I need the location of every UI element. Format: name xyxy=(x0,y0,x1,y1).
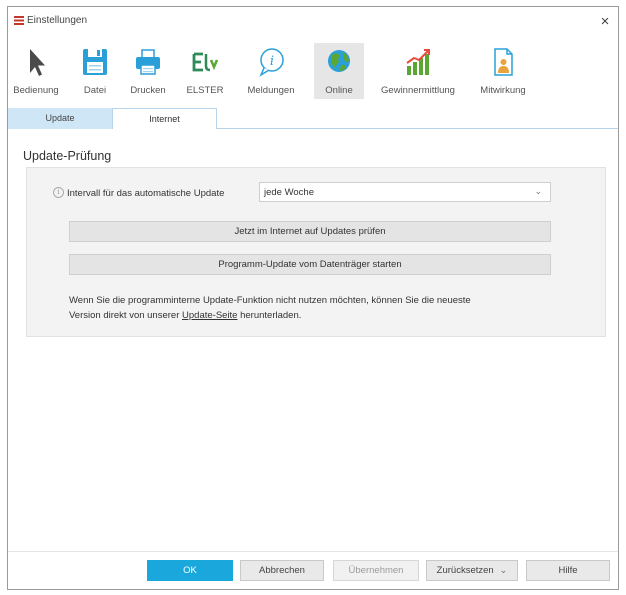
close-icon: × xyxy=(600,13,610,30)
media-update-button[interactable]: Programm-Update vom Datenträger starten xyxy=(69,254,551,275)
toolbar-item-drucken[interactable]: Drucken xyxy=(124,43,172,99)
floppy-disk-icon xyxy=(83,49,107,75)
section-title: Update-Prüfung xyxy=(23,149,112,163)
chevron-down-icon: ⌄ xyxy=(534,186,542,196)
chevron-down-icon: ⌄ xyxy=(499,565,508,576)
globe-icon xyxy=(328,50,350,72)
toolbar-item-mitwirkung[interactable]: Mitwirkung xyxy=(473,43,533,99)
tab-strip: Update Internet xyxy=(8,108,618,129)
printer-icon xyxy=(136,49,160,75)
dialog-footer: OK Abbrechen Übernehmen Zurücksetzen ⌄ H… xyxy=(8,551,618,589)
toolbar-item-meldungen[interactable]: i Meldungen xyxy=(238,43,304,99)
toolbar-item-online[interactable]: Online xyxy=(314,43,364,99)
reset-button-label: Zurücksetzen xyxy=(436,565,494,576)
toolbar-item-datei[interactable]: Datei xyxy=(76,43,114,99)
update-panel: i Intervall für das automatische Update … xyxy=(26,167,606,337)
elster-logo-icon xyxy=(192,52,219,72)
settings-dialog: Einstellungen × Bedienung Datei Drucken … xyxy=(7,6,619,590)
document-person-icon xyxy=(494,48,513,76)
interval-value: jede Woche xyxy=(264,187,314,198)
toolbar-item-gewinnermittlung[interactable]: Gewinnermittlung xyxy=(373,43,463,99)
toolbar-item-elster[interactable]: ELSTER xyxy=(182,43,228,99)
info-icon[interactable]: i xyxy=(53,187,64,198)
check-updates-button[interactable]: Jetzt im Internet auf Updates prüfen xyxy=(69,221,551,242)
ok-button[interactable]: OK xyxy=(147,560,233,581)
cursor-arrow-icon xyxy=(30,49,45,76)
hint-line-1: Wenn Sie die programminterne Update-Funk… xyxy=(69,295,471,306)
info-bubble-icon: i xyxy=(259,48,284,77)
svg-text:i: i xyxy=(270,54,274,69)
interval-label: Intervall für das automatische Update xyxy=(67,188,225,199)
toolbar-item-label: Meldungen xyxy=(247,85,295,96)
hint-post-link: herunterladen. xyxy=(237,310,302,321)
cancel-button[interactable]: Abbrechen xyxy=(240,560,324,581)
toolbar-item-label: Mitwirkung xyxy=(480,85,526,96)
toolbar-item-label: Drucken xyxy=(130,85,166,96)
toolbar-item-label: Gewinnermittlung xyxy=(381,85,455,96)
app-logo-icon xyxy=(14,16,24,25)
apply-button[interactable]: Übernehmen xyxy=(333,560,419,581)
title-bar: Einstellungen × xyxy=(8,7,618,37)
toolbar-item-label: ELSTER xyxy=(186,85,224,96)
close-button[interactable]: × xyxy=(594,11,616,33)
toolbar-item-label: Online xyxy=(325,85,353,96)
tab-internet[interactable]: Internet xyxy=(112,108,217,129)
window-title: Einstellungen xyxy=(27,15,88,26)
update-hint-text: Wenn Sie die programminterne Update-Funk… xyxy=(69,293,569,323)
hint-line-2: Version direkt von unserer Update-Seite … xyxy=(69,308,569,323)
bar-chart-growth-icon xyxy=(406,49,430,75)
hint-pre-link: Version direkt von unserer xyxy=(69,310,183,321)
tab-update[interactable]: Update xyxy=(8,108,112,129)
toolbar-item-label: Datei xyxy=(83,85,107,96)
interval-select[interactable]: jede Woche ⌄ xyxy=(259,182,551,202)
help-button[interactable]: Hilfe xyxy=(526,560,610,581)
settings-toolbar: Bedienung Datei Drucken ELSTER i Meldung… xyxy=(8,37,618,103)
reset-button[interactable]: Zurücksetzen ⌄ xyxy=(426,560,518,581)
update-page-link[interactable]: Update-Seite xyxy=(182,310,237,321)
toolbar-item-bedienung[interactable]: Bedienung xyxy=(8,43,64,99)
toolbar-item-label: Bedienung xyxy=(13,85,59,96)
